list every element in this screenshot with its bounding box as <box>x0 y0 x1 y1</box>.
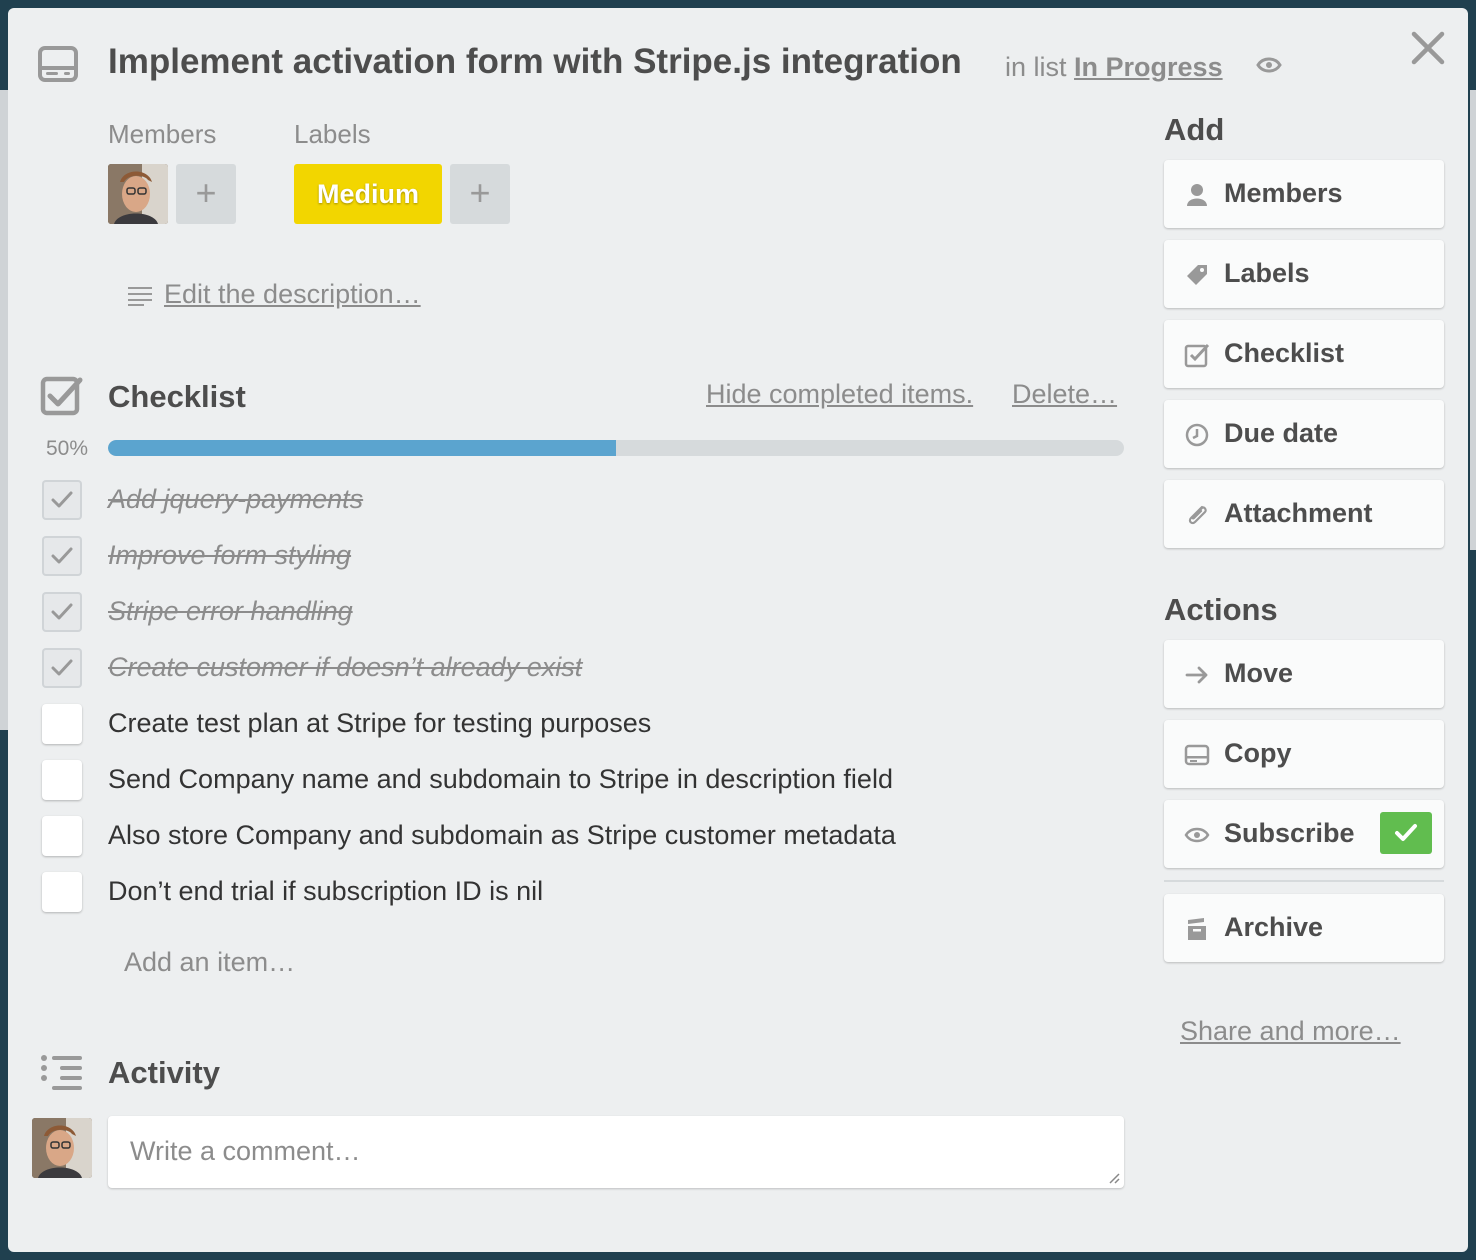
members-heading: Members <box>108 119 217 149</box>
progress-bar <box>108 440 1124 456</box>
avatar[interactable] <box>108 164 168 224</box>
close-icon[interactable] <box>1410 30 1446 66</box>
subscribed-check-badge <box>1380 812 1432 854</box>
checkbox-unchecked[interactable] <box>42 872 82 912</box>
archive-button[interactable]: Archive <box>1164 894 1444 962</box>
eye-icon <box>1184 827 1210 843</box>
checkbox-unchecked[interactable] <box>42 816 82 856</box>
eye-icon <box>1256 57 1282 73</box>
checkbox-icon <box>1184 343 1210 368</box>
checklist-item-text[interactable]: Create customer if doesn’t already exist <box>108 652 582 683</box>
add-member-button[interactable]: + <box>176 164 236 224</box>
checkbox-unchecked[interactable] <box>42 760 82 800</box>
checkbox-checked[interactable] <box>42 480 82 520</box>
labels-button-label: Labels <box>1224 258 1310 288</box>
subscribe-button[interactable]: Subscribe <box>1164 800 1444 868</box>
checklist-item-text[interactable]: Don’t end trial if subscription ID is ni… <box>108 876 543 907</box>
checklist-item-text[interactable]: Create test plan at Stripe for testing p… <box>108 708 651 739</box>
copy-button-label: Copy <box>1224 738 1292 768</box>
checkbox-unchecked[interactable] <box>42 704 82 744</box>
checklist-item-text[interactable]: Stripe error handling <box>108 596 353 627</box>
checkbox-checked[interactable] <box>42 592 82 632</box>
tag-icon <box>1187 265 1207 285</box>
due-date-button[interactable]: Due date <box>1164 400 1444 468</box>
checkbox-checked[interactable] <box>42 648 82 688</box>
members-button[interactable]: Members <box>1164 160 1444 228</box>
labels-button[interactable]: Labels <box>1164 240 1444 308</box>
card-icon <box>1184 744 1210 766</box>
move-button[interactable]: Move <box>1164 640 1444 708</box>
resize-handle-icon[interactable] <box>1108 1172 1120 1184</box>
checklist-item[interactable]: Create test plan at Stripe for testing p… <box>42 704 1132 744</box>
check-icon <box>51 659 73 676</box>
checklist-title[interactable]: Checklist <box>108 379 246 415</box>
checklist-item[interactable]: Create customer if doesn’t already exist <box>42 648 1132 688</box>
card-title[interactable]: Implement activation form with Stripe.js… <box>108 42 962 82</box>
share-and-more-link[interactable]: Share and more… <box>1180 1016 1401 1047</box>
delete-checklist-link[interactable]: Delete… <box>1012 379 1117 410</box>
label-medium[interactable]: Medium <box>294 164 442 224</box>
card-detail-dialog: Implement activation form with Stripe.js… <box>8 8 1468 1252</box>
in-list-prefix: in list <box>1005 52 1067 82</box>
card-icon <box>38 46 78 82</box>
clock-icon <box>1185 423 1209 447</box>
paperclip-icon <box>1188 505 1207 525</box>
move-button-label: Move <box>1224 658 1294 688</box>
check-icon <box>1395 824 1417 841</box>
in-list-text: in list In Progress <box>1005 52 1223 83</box>
check-icon <box>51 603 73 620</box>
checklist-button[interactable]: Checklist <box>1164 320 1444 388</box>
archive-icon <box>1188 918 1206 940</box>
edit-description-link[interactable]: Edit the description… <box>164 279 421 310</box>
checklist-item-text[interactable]: Also store Company and subdomain as Stri… <box>108 820 896 851</box>
checklist-item-text[interactable]: Improve form styling <box>108 540 351 571</box>
labels-heading: Labels <box>294 119 371 149</box>
checklist-item[interactable]: Send Company name and subdomain to Strip… <box>42 760 1132 800</box>
copy-button[interactable]: Copy <box>1164 720 1444 788</box>
archive-button-label: Archive <box>1224 912 1324 942</box>
checklist-item[interactable]: Stripe error handling <box>42 592 1132 632</box>
arrow-right-icon <box>1185 666 1208 684</box>
checklist-button-label: Checklist <box>1224 338 1345 368</box>
checklist-item[interactable]: Improve form styling <box>42 536 1132 576</box>
add-item-link[interactable]: Add an item… <box>124 947 295 978</box>
actions-heading: Actions <box>1164 592 1278 627</box>
add-heading: Add <box>1164 112 1225 147</box>
add-label-button[interactable]: + <box>450 164 510 224</box>
due-date-button-label: Due date <box>1224 418 1339 448</box>
list-name-link[interactable]: In Progress <box>1074 52 1223 82</box>
hide-completed-link[interactable]: Hide completed items. <box>706 379 973 410</box>
board-backdrop-right <box>1470 90 1476 550</box>
board-backdrop-left <box>0 90 8 730</box>
attachment-button-label: Attachment <box>1224 498 1373 528</box>
comment-input[interactable] <box>108 1116 1124 1188</box>
subscribe-button-label: Subscribe <box>1224 818 1355 848</box>
checklist-item[interactable]: Don’t end trial if subscription ID is ni… <box>42 872 1132 912</box>
description-icon <box>128 287 152 306</box>
members-button-label: Members <box>1224 178 1343 208</box>
avatar[interactable] <box>32 1118 92 1178</box>
checkbox-checked[interactable] <box>42 536 82 576</box>
checklist-item[interactable]: Also store Company and subdomain as Stri… <box>42 816 1132 856</box>
sidebar-divider <box>1164 880 1444 882</box>
attachment-button[interactable]: Attachment <box>1164 480 1444 548</box>
checklist-item-text[interactable]: Add jquery-payments <box>108 484 363 515</box>
check-icon <box>51 547 73 564</box>
checklist-icon <box>40 376 83 416</box>
activity-title: Activity <box>108 1055 220 1090</box>
activity-icon <box>41 1055 82 1090</box>
person-icon <box>1187 184 1207 206</box>
checklist-item-text[interactable]: Send Company name and subdomain to Strip… <box>108 764 893 795</box>
check-icon <box>51 491 73 508</box>
progress-bar-fill <box>108 440 616 456</box>
checklist-item[interactable]: Add jquery-payments <box>42 480 1132 520</box>
progress-percent: 50% <box>46 437 89 460</box>
